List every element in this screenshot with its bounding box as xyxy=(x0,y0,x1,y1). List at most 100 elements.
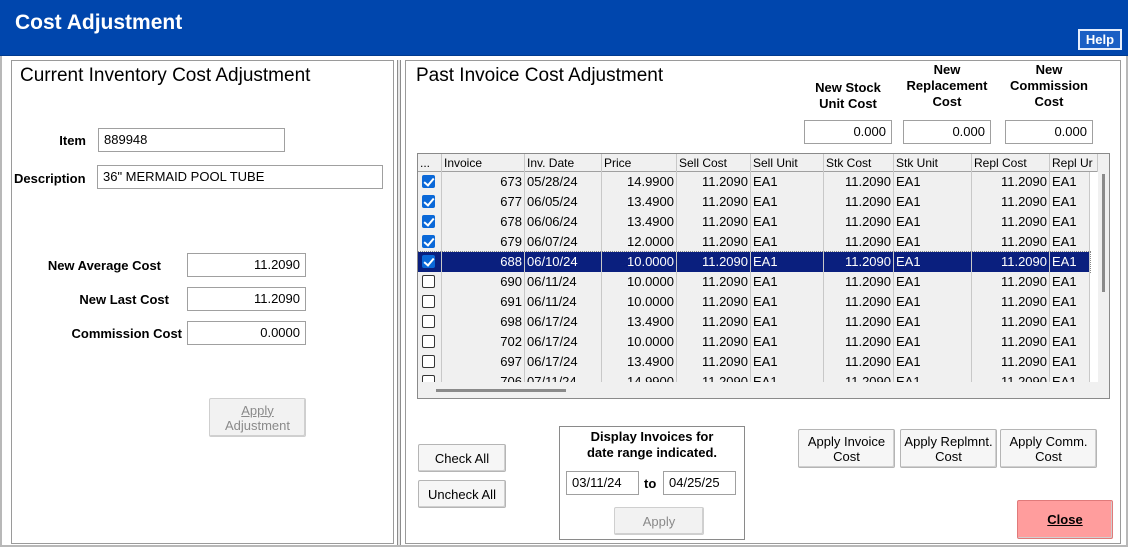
description-field[interactable]: 36" MERMAID POOL TUBE xyxy=(97,165,383,189)
col-header-sell-unit[interactable]: Sell Unit xyxy=(751,154,824,172)
cell-repl-cost: 11.2090 xyxy=(972,332,1050,352)
date-from-field[interactable]: 03/11/24 xyxy=(566,471,639,495)
table-row[interactable]: 679 06/07/24 12.0000 11.2090 EA1 11.2090 EA1 11… xyxy=(418,232,1090,252)
cell-stk-unit: EA1 xyxy=(894,252,972,272)
row-checkbox[interactable] xyxy=(422,355,435,368)
col-header-repl-cost[interactable]: Repl Cost xyxy=(972,154,1050,172)
uncheck-all-button[interactable]: Uncheck All xyxy=(418,480,506,508)
grid-vertical-scrollbar[interactable] xyxy=(1098,154,1109,398)
help-button[interactable]: Help xyxy=(1078,29,1122,50)
row-checkbox[interactable] xyxy=(422,295,435,308)
grid-horizontal-scroll-thumb[interactable] xyxy=(436,389,566,392)
cell-price: 13.4900 xyxy=(602,192,677,212)
cell-sell-unit: EA1 xyxy=(751,232,824,252)
row-checkbox[interactable] xyxy=(422,235,435,248)
cell-stk-cost: 11.2090 xyxy=(824,192,894,212)
cell-repl-cost: 11.2090 xyxy=(972,272,1050,292)
new-stock-unit-cost-label-line2: Unit Cost xyxy=(819,96,877,111)
apply-replmnt-cost-button[interactable]: Apply Replmnt. Cost xyxy=(900,429,997,468)
apply-invoice-cost-button[interactable]: Apply Invoice Cost xyxy=(798,429,895,468)
cell-stk-cost: 11.2090 xyxy=(824,332,894,352)
cell-price: 10.0000 xyxy=(602,332,677,352)
table-row[interactable]: 691 06/11/24 10.0000 11.2090 EA1 11.2090 EA1 11… xyxy=(418,292,1090,312)
cell-price: 10.0000 xyxy=(602,292,677,312)
check-all-button[interactable]: Check All xyxy=(418,444,506,472)
apply-comm-cost-button[interactable]: Apply Comm. Cost xyxy=(1000,429,1097,468)
grid-vertical-scroll-thumb[interactable] xyxy=(1102,174,1105,292)
cell-stk-cost: 11.2090 xyxy=(824,272,894,292)
grid-header: ... Invoice Inv. Date Price Sell Cost Se… xyxy=(418,154,1098,172)
cell-price: 12.0000 xyxy=(602,232,677,252)
cell-sell-unit: EA1 xyxy=(751,252,824,272)
new-commission-cost-label-line1: New xyxy=(1035,62,1063,77)
new-replacement-cost-label-line1: New xyxy=(933,62,961,77)
apply-adjustment-line2: Adjustment xyxy=(224,417,291,433)
cell-sell-cost: 11.2090 xyxy=(677,292,751,312)
date-to-field[interactable]: 04/25/25 xyxy=(663,471,736,495)
cell-stk-unit: EA1 xyxy=(894,212,972,232)
col-header-stk-unit[interactable]: Stk Unit xyxy=(894,154,972,172)
cell-sell-cost: 11.2090 xyxy=(677,172,751,192)
col-header-sell-cost[interactable]: Sell Cost xyxy=(677,154,751,172)
item-field[interactable]: 889948 xyxy=(98,128,285,152)
row-checkbox[interactable] xyxy=(422,315,435,328)
cell-invoice: 688 xyxy=(442,252,525,272)
table-row[interactable]: 678 06/06/24 13.4900 11.2090 EA1 11.2090 EA1 11… xyxy=(418,212,1090,232)
table-row[interactable]: 673 05/28/24 14.9900 11.2090 EA1 11.2090 EA1 11… xyxy=(418,172,1090,192)
cell-repl-unit: EA1 xyxy=(1050,272,1090,292)
new-average-cost-field[interactable]: 11.2090 xyxy=(187,253,306,277)
cell-stk-unit: EA1 xyxy=(894,352,972,372)
new-last-cost-field[interactable]: 11.2090 xyxy=(187,287,306,311)
apply-adjustment-button[interactable]: Apply Adjustment xyxy=(209,398,306,437)
cell-sell-cost: 11.2090 xyxy=(677,212,751,232)
cell-stk-cost: 11.2090 xyxy=(824,312,894,332)
cell-sell-cost: 11.2090 xyxy=(677,232,751,252)
title-bar: Cost Adjustment Help xyxy=(0,0,1128,56)
row-checkbox[interactable] xyxy=(422,175,435,188)
apply-comm-cost-line2: Cost xyxy=(1035,448,1062,464)
table-row[interactable]: 688 06/10/24 10.0000 11.2090 EA1 11.2090 EA1 11… xyxy=(418,251,1091,273)
col-header-price[interactable]: Price xyxy=(602,154,677,172)
col-header-stk-cost[interactable]: Stk Cost xyxy=(824,154,894,172)
row-checkbox[interactable] xyxy=(422,275,435,288)
row-checkbox[interactable] xyxy=(422,255,435,268)
panel-divider[interactable] xyxy=(397,60,401,545)
row-checkbox[interactable] xyxy=(422,215,435,228)
cell-stk-unit: EA1 xyxy=(894,292,972,312)
table-row[interactable]: 677 06/05/24 13.4900 11.2090 EA1 11.2090 EA1 11… xyxy=(418,192,1090,212)
close-button[interactable]: Close xyxy=(1017,500,1113,539)
row-checkbox[interactable] xyxy=(422,195,435,208)
cell-stk-cost: 11.2090 xyxy=(824,292,894,312)
col-header-check[interactable]: ... xyxy=(418,154,442,172)
cell-date: 06/17/24 xyxy=(525,312,602,332)
cell-repl-unit: EA1 xyxy=(1050,192,1090,212)
cell-stk-unit: EA1 xyxy=(894,332,972,352)
new-commission-cost-field[interactable]: 0.000 xyxy=(1005,120,1093,144)
cell-date: 06/05/24 xyxy=(525,192,602,212)
cell-price: 10.0000 xyxy=(602,252,677,272)
cell-sell-unit: EA1 xyxy=(751,352,824,372)
col-header-repl-unit[interactable]: Repl Ur xyxy=(1050,154,1098,172)
col-header-inv-date[interactable]: Inv. Date xyxy=(525,154,602,172)
new-commission-cost-label-line3: Cost xyxy=(1034,94,1064,109)
commission-cost-field[interactable]: 0.0000 xyxy=(187,321,306,345)
table-row[interactable]: 690 06/11/24 10.0000 11.2090 EA1 11.2090 EA1 11… xyxy=(418,272,1090,292)
cell-date: 06/11/24 xyxy=(525,272,602,292)
apply-adjustment-line1: Apply xyxy=(241,402,274,418)
table-row[interactable]: 698 06/17/24 13.4900 11.2090 EA1 11.2090 EA1 11… xyxy=(418,312,1090,332)
date-apply-button[interactable]: Apply xyxy=(614,507,704,535)
table-row[interactable]: 697 06/17/24 13.4900 11.2090 EA1 11.2090 EA1 11… xyxy=(418,352,1090,372)
col-header-invoice[interactable]: Invoice xyxy=(442,154,525,172)
invoice-grid[interactable]: ... Invoice Inv. Date Price Sell Cost Se… xyxy=(417,153,1110,399)
cell-price: 13.4900 xyxy=(602,352,677,372)
cell-stk-unit: EA1 xyxy=(894,272,972,292)
table-row[interactable]: 702 06/17/24 10.0000 11.2090 EA1 11.2090 EA1 11… xyxy=(418,332,1090,352)
grid-horizontal-scrollbar[interactable] xyxy=(418,382,1098,398)
row-checkbox[interactable] xyxy=(422,335,435,348)
new-stock-unit-cost-label-line1: New Stock xyxy=(815,80,881,95)
new-stock-unit-cost-label: New Stock Unit Cost xyxy=(804,80,892,112)
cell-stk-unit: EA1 xyxy=(894,232,972,252)
new-stock-unit-cost-field[interactable]: 0.000 xyxy=(804,120,892,144)
cell-sell-cost: 11.2090 xyxy=(677,352,751,372)
new-replacement-cost-field[interactable]: 0.000 xyxy=(903,120,991,144)
